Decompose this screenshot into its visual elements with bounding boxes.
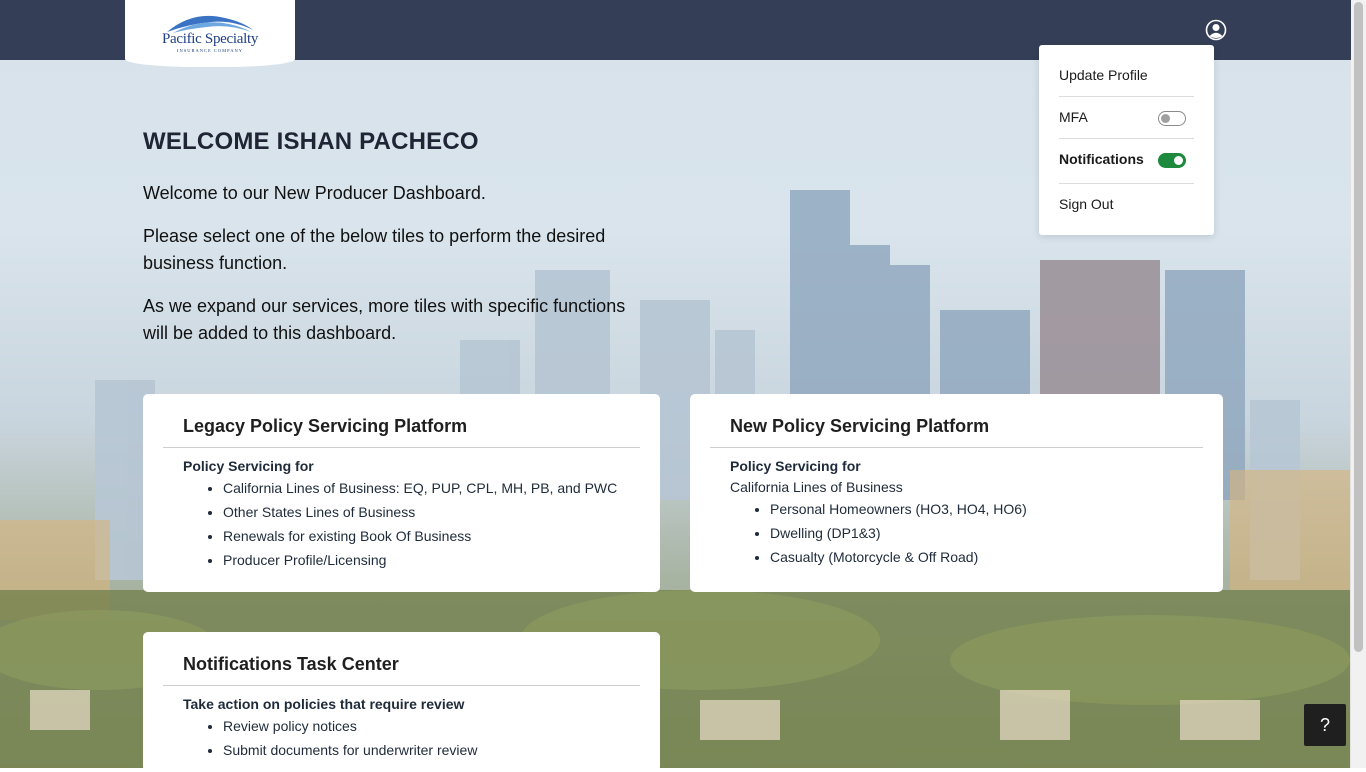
menu-divider	[1059, 138, 1194, 139]
tile-feature-list: Review policy notices Submit documents f…	[183, 714, 477, 762]
list-item: Producer Profile/Licensing	[223, 548, 617, 572]
list-item: Dwelling (DP1&3)	[770, 521, 1027, 545]
list-item: Casualty (Motorcycle & Off Road)	[770, 545, 1027, 569]
tile-feature-list: California Lines of Business: EQ, PUP, C…	[183, 476, 617, 572]
vertical-scrollbar[interactable]	[1350, 0, 1366, 768]
welcome-line-3: As we expand our services, more tiles wi…	[143, 296, 626, 343]
tile-line: California Lines of Business	[730, 479, 903, 495]
user-account-icon[interactable]	[1205, 19, 1227, 41]
tile-subtitle: Policy Servicing for	[183, 458, 314, 474]
list-item: Renewals for existing Book Of Business	[223, 524, 617, 548]
tile-divider	[163, 447, 640, 448]
tile-title: New Policy Servicing Platform	[730, 416, 990, 436]
new-platform-tile[interactable]: New Policy Servicing Platform Policy Ser…	[690, 394, 1223, 592]
tile-divider	[163, 685, 640, 686]
tile-subtitle: Policy Servicing for	[730, 458, 861, 474]
tile-feature-list: Personal Homeowners (HO3, HO4, HO6) Dwel…	[730, 497, 1027, 569]
welcome-section: WELCOME ISHAN PACHECO Welcome to our New…	[143, 128, 663, 343]
tile-divider	[710, 447, 1203, 448]
list-item: Other States Lines of Business	[223, 500, 617, 524]
tile-title: Notifications Task Center	[183, 654, 399, 674]
list-item: California Lines of Business: EQ, PUP, C…	[223, 476, 617, 500]
welcome-line-2: Please select one of the below tiles to …	[143, 226, 606, 273]
menu-divider	[1059, 96, 1194, 97]
mfa-toggle[interactable]	[1158, 111, 1186, 126]
welcome-line-1: Welcome to our New Producer Dashboard.	[143, 183, 486, 203]
help-button[interactable]: ?	[1304, 704, 1346, 746]
list-item: Review policy notices	[223, 714, 477, 738]
list-item: Personal Homeowners (HO3, HO4, HO6)	[770, 497, 1027, 521]
notifications-toggle[interactable]	[1158, 153, 1186, 168]
welcome-title: WELCOME ISHAN PACHECO	[143, 128, 479, 155]
logo-name: Pacific Specialty	[161, 31, 259, 47]
update-profile-link[interactable]: Update Profile	[1059, 67, 1194, 83]
tile-title: Legacy Policy Servicing Platform	[183, 416, 468, 436]
user-dropdown-menu: Update Profile MFA Notifications Sign Ou…	[1039, 45, 1214, 235]
logo-tagline: INSURANCE COMPANY	[177, 48, 243, 53]
list-item: Submit documents for underwriter review	[223, 738, 477, 762]
notifications-task-center-tile[interactable]: Notifications Task Center Take action on…	[143, 632, 660, 772]
tile-subtitle: Take action on policies that require rev…	[183, 696, 465, 712]
legacy-platform-tile[interactable]: Legacy Policy Servicing Platform Policy …	[143, 394, 660, 592]
sign-out-link[interactable]: Sign Out	[1059, 196, 1194, 212]
company-logo[interactable]: Pacific Specialty INSURANCE COMPANY	[125, 0, 295, 67]
scrollbar-thumb[interactable]	[1354, 2, 1363, 652]
menu-divider	[1059, 183, 1194, 184]
